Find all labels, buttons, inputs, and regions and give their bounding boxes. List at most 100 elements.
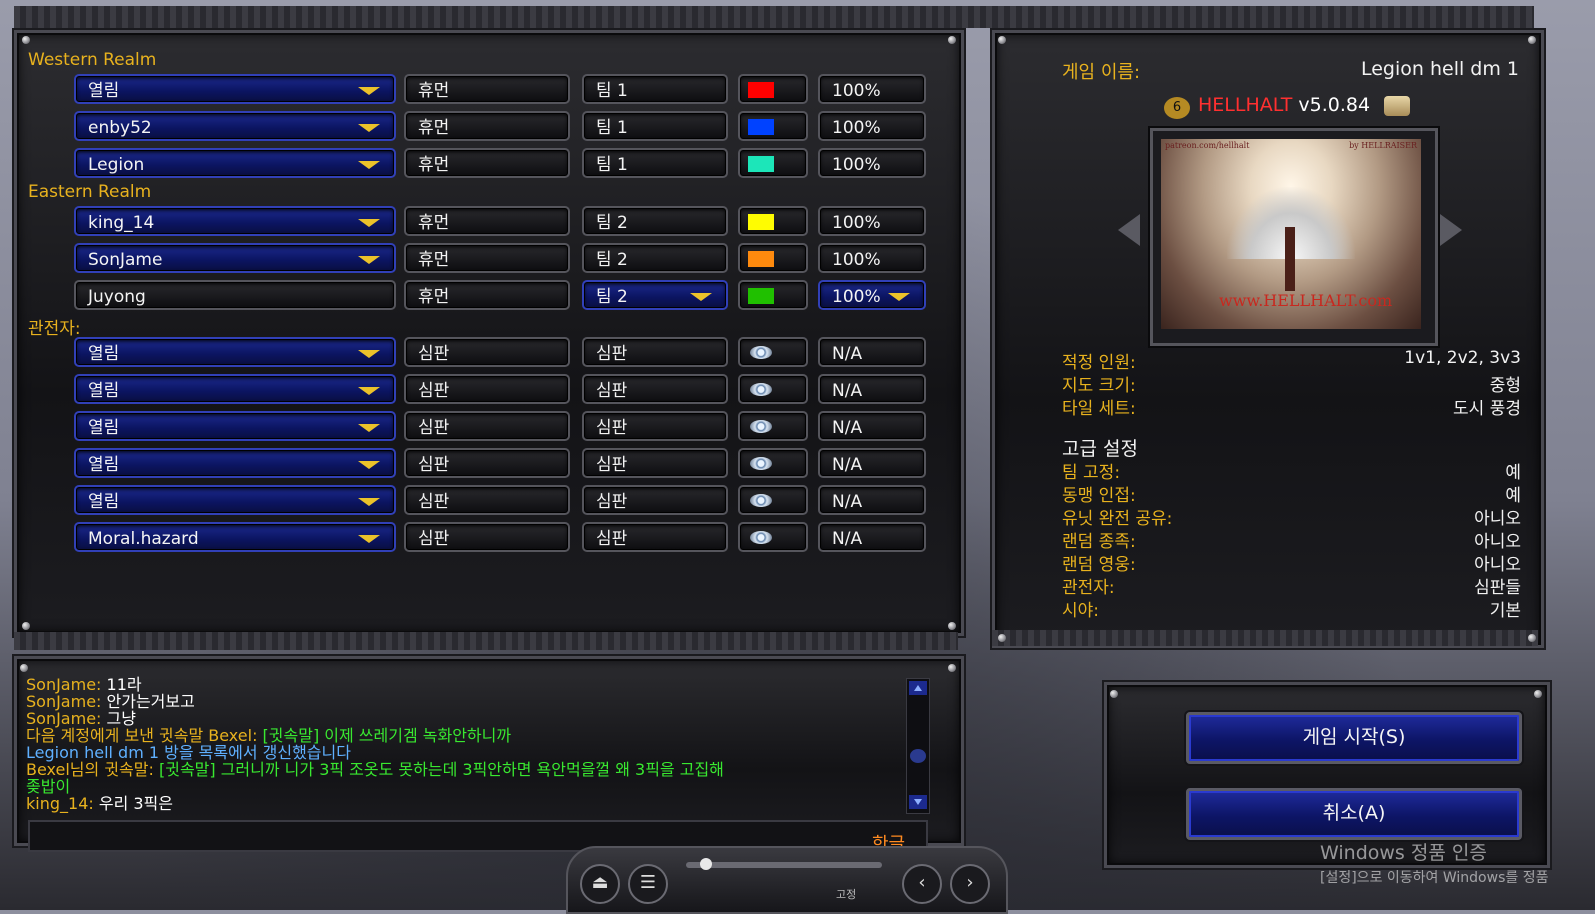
rivet	[998, 36, 1006, 44]
player-name: Legion	[88, 155, 145, 175]
menu-icon[interactable]: ☰	[628, 864, 668, 904]
scroll-up-button[interactable]	[909, 681, 927, 695]
zoom-slider[interactable]	[686, 858, 882, 870]
watermark-line1: Windows 정품 인증	[1320, 842, 1487, 864]
team-label: 팀 1	[596, 155, 628, 175]
player-name-dropdown[interactable]: king_14	[74, 206, 396, 236]
race-select: 심판	[404, 485, 570, 515]
team-select: 심판	[582, 522, 728, 552]
advanced-setting-label: 동맹 인접:	[1062, 486, 1136, 506]
handicap-value: 100%	[832, 155, 881, 175]
chevron-down-icon	[888, 293, 910, 301]
chat-log: SonJame: 11라 SonJame: 안가는거보고 SonJame: 그냥 다음…	[26, 676, 898, 814]
chat-text: [귓속말] 그러니까 니가 3픽 조옷도 못하는데 3픽안하면 욕안먹을껄 왜 …	[153, 760, 724, 779]
player-name: Juyong	[88, 287, 146, 307]
chat-scrollbar[interactable]	[906, 678, 930, 814]
player-name-dropdown[interactable]: enby52	[74, 111, 396, 141]
color-select[interactable]	[738, 280, 808, 310]
player-name-dropdown[interactable]: 열림	[74, 485, 396, 515]
top-frame	[14, 6, 1534, 28]
player-slot: 열림 심판 심판 N/A	[0, 374, 940, 406]
chat-message: Bexel님의 귓속말: [귓속말] 그러니까 니가 3픽 조옷도 못하는데 3…	[26, 761, 898, 778]
advanced-setting-label: 팀 고정:	[1062, 463, 1121, 483]
player-name: 열림	[88, 455, 120, 475]
advanced-setting-value: 기본	[1489, 601, 1521, 621]
handicap-select: N/A	[818, 374, 926, 404]
color-swatch	[748, 251, 774, 267]
player-name-dropdown[interactable]: 열림	[74, 448, 396, 478]
advanced-setting-value: 예	[1505, 463, 1521, 483]
advanced-setting-label: 랜덤 종족:	[1062, 532, 1136, 552]
preview-prev-icon[interactable]	[1118, 214, 1140, 246]
scroll-icon	[1384, 95, 1411, 116]
section-header: Western Realm	[28, 50, 157, 70]
rivet	[22, 622, 30, 630]
bottom-control-bar: ⏏ ☰ 고정 ‹ ›	[566, 846, 1008, 914]
observer-color-cell	[738, 411, 808, 441]
player-name-dropdown[interactable]: Legion	[74, 148, 396, 178]
advanced-settings-header: 고급 설정	[1062, 438, 1138, 460]
player-name-dropdown[interactable]: Moral.hazard	[74, 522, 396, 552]
cancel-button[interactable]: 취소(A)	[1186, 788, 1522, 840]
preview-top-left-text: patreon.com/hellhalt	[1165, 141, 1250, 150]
color-select	[738, 148, 808, 178]
handicap-value: N/A	[832, 381, 863, 401]
race-select: 휴먼	[404, 148, 570, 178]
chat-message: 좆밥이	[26, 778, 898, 795]
eject-icon[interactable]: ⏏	[580, 864, 620, 904]
player-name: enby52	[88, 118, 152, 138]
section-header: Eastern Realm	[28, 182, 152, 202]
chevron-left-icon[interactable]: ‹	[902, 864, 942, 904]
chat-text: 우리 3픽은	[93, 794, 173, 813]
map-detail-label: 적정 인원:	[1062, 353, 1136, 373]
start-game-button[interactable]: 게임 시작(S)	[1186, 712, 1522, 764]
chevron-down-icon	[358, 256, 380, 264]
handicap-select: 100%	[818, 148, 926, 178]
team-select: 심판	[582, 411, 728, 441]
race-select: 심판	[404, 448, 570, 478]
eye-icon	[750, 346, 772, 359]
color-swatch	[748, 156, 774, 172]
observer-color-cell	[738, 485, 808, 515]
section-header: 관전자:	[28, 319, 81, 339]
player-name-dropdown[interactable]: SonJame	[74, 243, 396, 273]
player-slot: Juyong 휴먼 팀 2 100%	[0, 280, 940, 312]
rivet	[948, 36, 956, 44]
preview-next-icon[interactable]	[1440, 214, 1462, 246]
handicap-value: N/A	[832, 344, 863, 364]
chevron-down-icon	[358, 124, 380, 132]
player-name: 열림	[88, 381, 120, 401]
handicap-select[interactable]: 100%	[818, 280, 926, 310]
player-name: 열림	[88, 81, 120, 101]
team-select: 팀 1	[582, 148, 728, 178]
chevron-right-icon[interactable]: ›	[950, 864, 990, 904]
team-select[interactable]: 팀 2	[582, 280, 728, 310]
team-select: 심판	[582, 448, 728, 478]
color-select	[738, 111, 808, 141]
map-preview-frame: patreon.com/hellhalt by HELLRAISER www.H…	[1150, 128, 1438, 346]
map-badge-icon: 6	[1164, 97, 1190, 119]
player-name-dropdown[interactable]: 열림	[74, 374, 396, 404]
chat-speaker: king_14:	[26, 794, 94, 813]
player-name-dropdown[interactable]: 열림	[74, 411, 396, 441]
scroll-down-button[interactable]	[909, 795, 927, 809]
color-swatch	[748, 119, 774, 135]
handicap-value: 100%	[832, 250, 881, 270]
advanced-setting-label: 유닛 완전 공유:	[1062, 509, 1173, 529]
rivet	[1528, 36, 1536, 44]
player-name-dropdown[interactable]: 열림	[74, 337, 396, 367]
handicap-select: N/A	[818, 522, 926, 552]
player-name: 열림	[88, 492, 120, 512]
race-select: 휴먼	[404, 280, 570, 310]
map-preview-image: patreon.com/hellhalt by HELLRAISER www.H…	[1161, 139, 1421, 329]
arrow-up-icon	[914, 685, 922, 691]
player-name: Moral.hazard	[88, 529, 199, 549]
scroll-thumb[interactable]	[910, 749, 926, 763]
color-swatch	[748, 82, 774, 98]
player-slot: 열림 휴먼 팀 1 100%	[0, 74, 940, 106]
handicap-select: 100%	[818, 111, 926, 141]
zoom-slider-thumb[interactable]	[700, 858, 712, 870]
team-label: 팀 2	[596, 250, 628, 270]
handicap-select: N/A	[818, 337, 926, 367]
player-name-dropdown[interactable]: 열림	[74, 74, 396, 104]
